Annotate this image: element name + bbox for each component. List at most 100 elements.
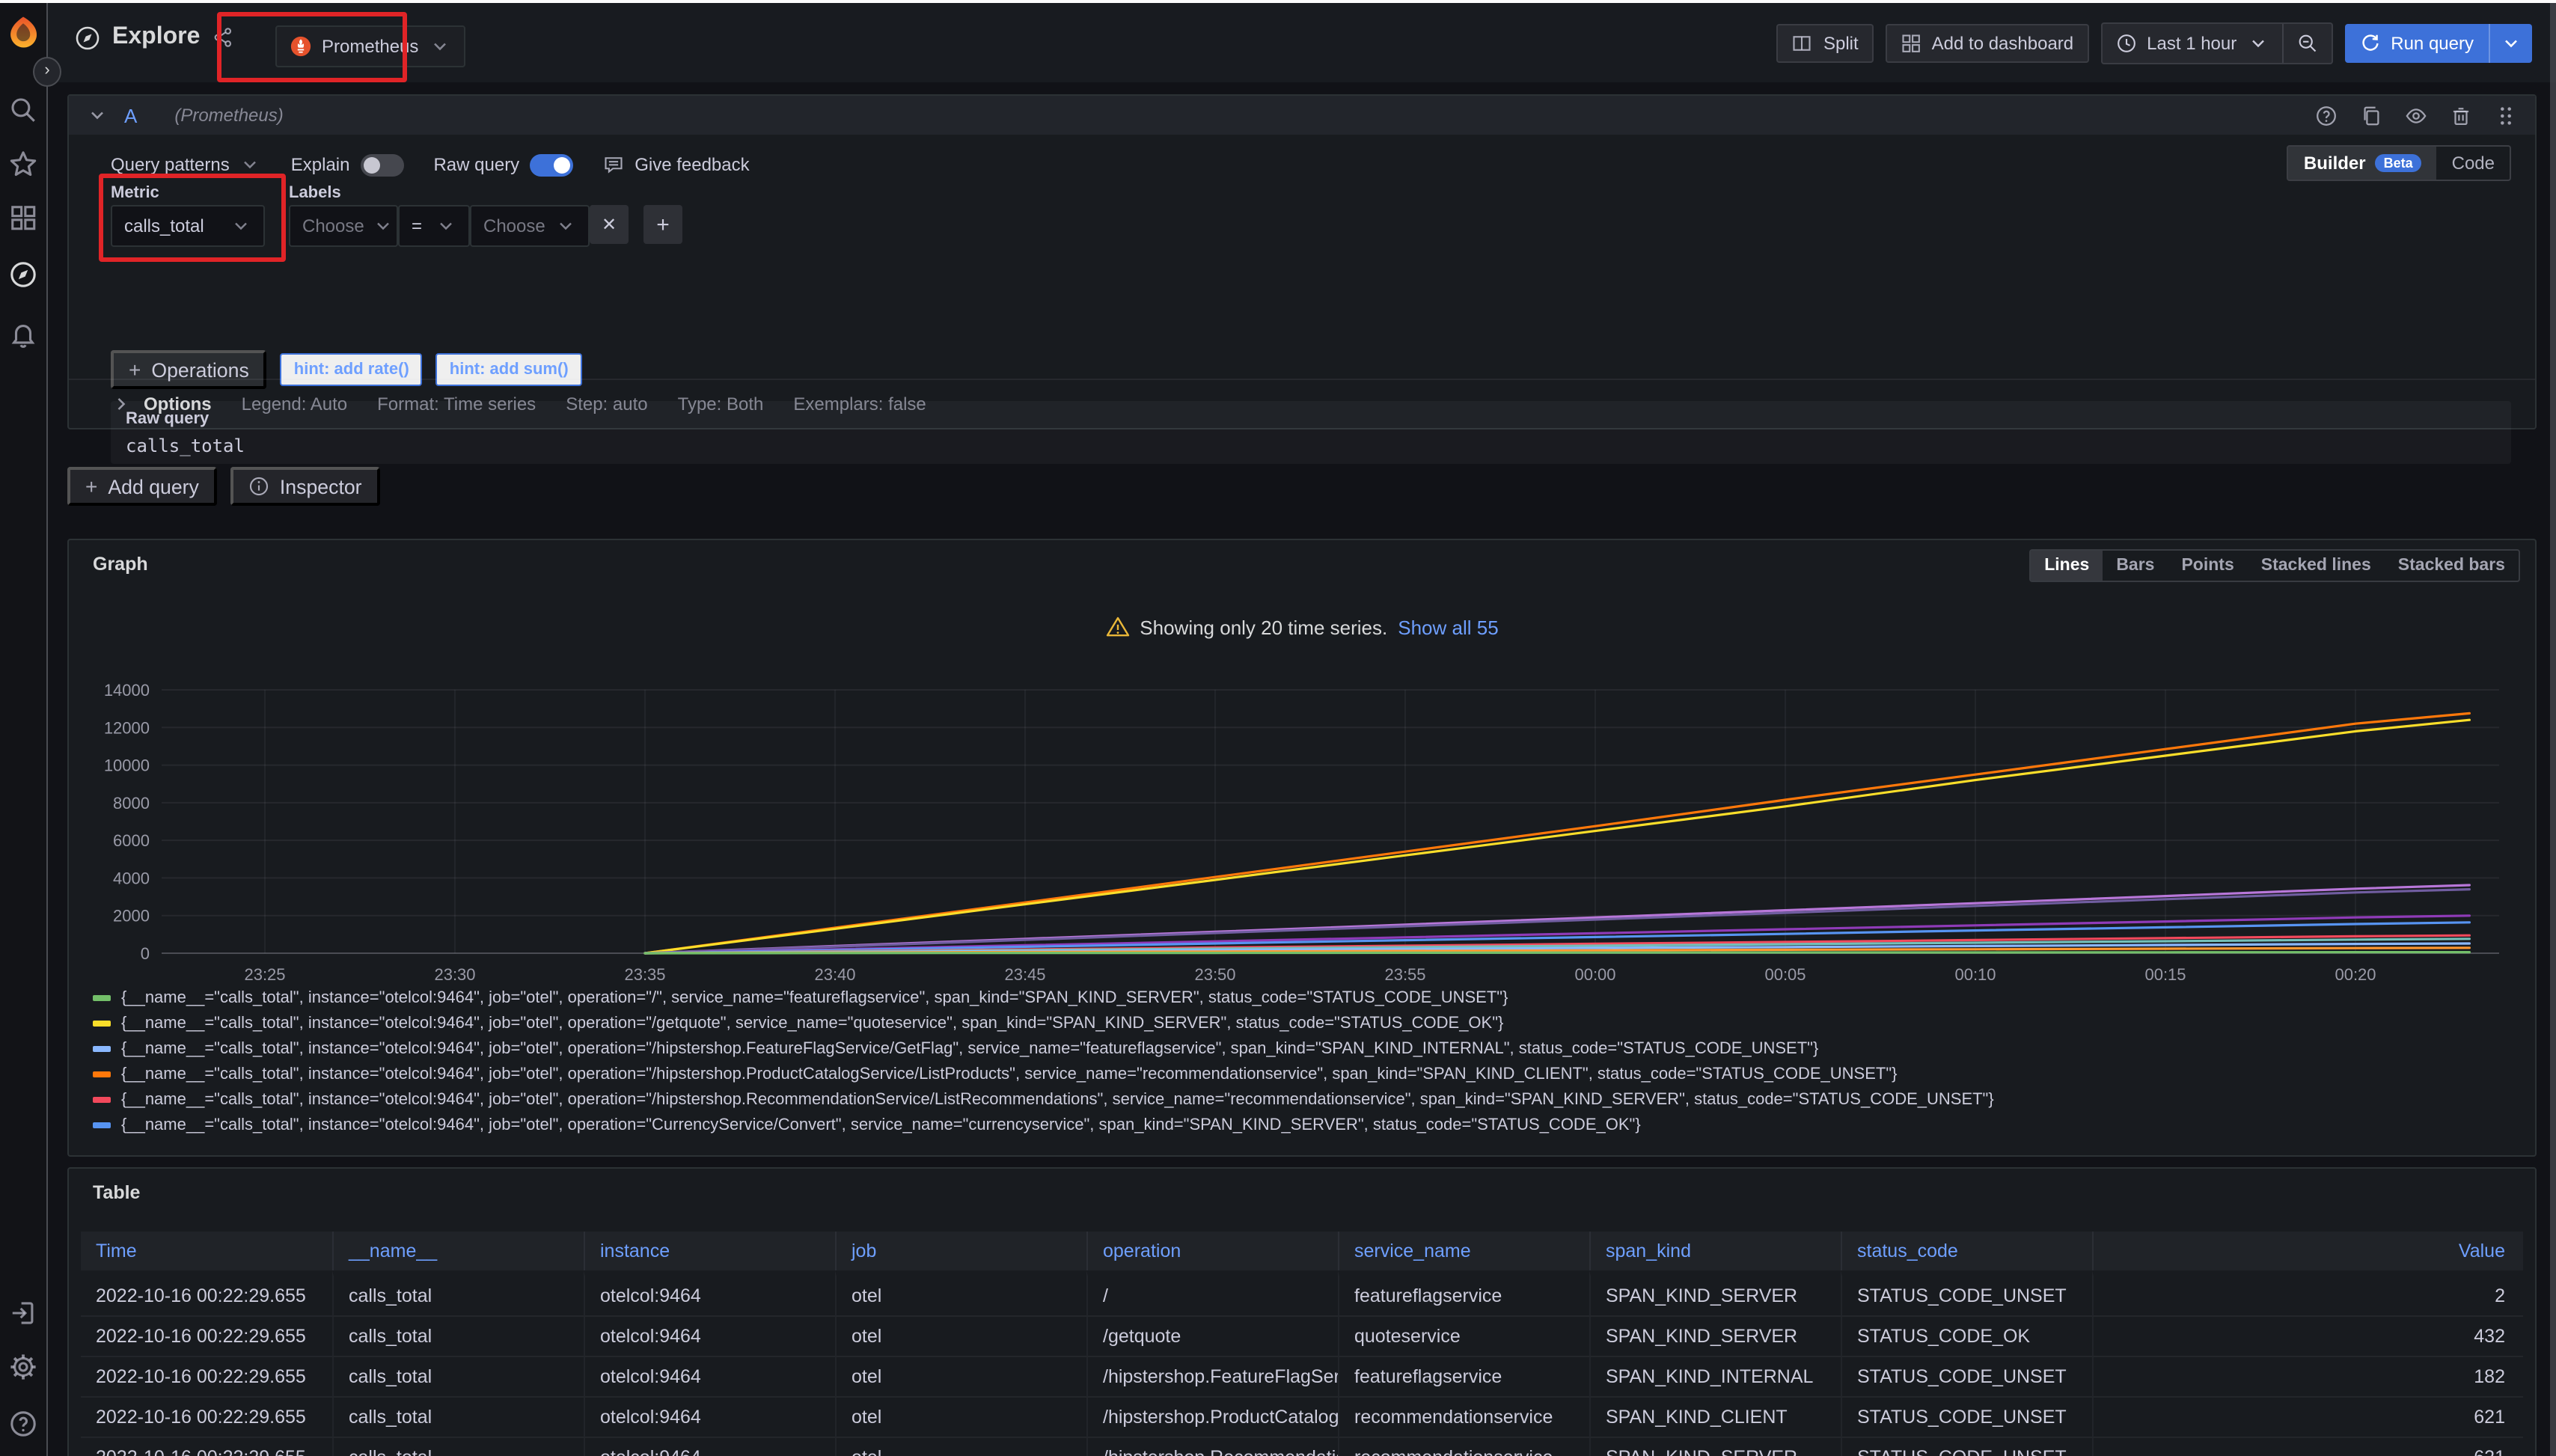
collapse-chevron-icon[interactable] — [87, 105, 108, 126]
table-row: 2022-10-16 00:22:29.655calls_totalotelco… — [81, 1438, 2523, 1456]
dashboards-icon[interactable] — [9, 204, 37, 232]
search-icon[interactable] — [9, 96, 37, 124]
drag-handle-icon[interactable] — [2495, 104, 2517, 126]
add-to-dashboard-label: Add to dashboard — [1932, 33, 2074, 54]
legend-series-marker — [93, 1122, 111, 1128]
label-value-placeholder: Choose — [483, 215, 545, 236]
explain-toggle-group: Explain — [291, 153, 404, 176]
query-editor-panel: A (Prometheus) Query patterns Explain Ra… — [67, 94, 2537, 429]
explore-compass-icon — [75, 25, 100, 50]
label-value-select[interactable]: Choose — [470, 205, 590, 247]
sidebar-expand-button[interactable]: › — [33, 57, 61, 87]
star-icon[interactable] — [9, 150, 37, 178]
show-all-series-link[interactable]: Show all 55 — [1398, 616, 1498, 638]
column-header-statuscode[interactable]: status_code — [1841, 1232, 2092, 1270]
query-options-row[interactable]: Options Legend: AutoFormat: Time seriesS… — [69, 379, 2535, 428]
graph-style-tab-stacked-lines[interactable]: Stacked lines — [2248, 551, 2385, 581]
table-row: 2022-10-16 00:22:29.655calls_totalotelco… — [81, 1357, 2523, 1398]
grafana-logo[interactable] — [4, 15, 42, 52]
give-feedback-link[interactable]: Give feedback — [603, 154, 749, 175]
add-query-button[interactable]: + Add query — [67, 467, 217, 506]
legend-series-label[interactable]: {__name__="calls_total", instance="otelc… — [121, 989, 1508, 1007]
graph-style-tab-bars[interactable]: Bars — [2103, 551, 2168, 581]
graph-style-tab-points[interactable]: Points — [2168, 551, 2247, 581]
legend-series-label[interactable]: {__name__="calls_total", instance="otelc… — [121, 1040, 1818, 1058]
run-query-button[interactable]: Run query — [2344, 24, 2489, 63]
alerting-bell-icon[interactable] — [9, 320, 37, 349]
table-cell: SPAN_KIND_SERVER — [1589, 1438, 1841, 1456]
add-to-dashboard-button[interactable]: Add to dashboard — [1886, 24, 2089, 63]
graph-style-tabs: LinesBarsPointsStacked linesStacked bars — [2029, 549, 2520, 582]
raw-query-label: Raw query — [433, 154, 519, 175]
chevron-down-icon — [555, 215, 576, 236]
share-icon[interactable] — [212, 27, 233, 48]
legend-series-label[interactable]: {__name__="calls_total", instance="otelc… — [121, 1116, 1641, 1134]
hide-response-eye-icon[interactable] — [2405, 104, 2427, 126]
column-header-spankind[interactable]: span_kind — [1589, 1232, 1841, 1270]
option-item: Exemplars: false — [793, 394, 926, 415]
legend-item[interactable]: {__name__="calls_total", instance="otelc… — [93, 1116, 2523, 1134]
add-label-filter-button[interactable]: + — [643, 205, 682, 244]
run-query-options-button[interactable] — [2490, 24, 2532, 63]
remove-label-filter-button[interactable]: ✕ — [590, 205, 629, 244]
scrollbar[interactable] — [2550, 3, 2556, 1456]
legend-series-label[interactable]: {__name__="calls_total", instance="otelc… — [121, 1091, 1994, 1109]
help-icon[interactable] — [9, 1410, 37, 1438]
legend-item[interactable]: {__name__="calls_total", instance="otelc… — [93, 1065, 2523, 1083]
label-operator-select[interactable]: = — [398, 205, 470, 247]
datasource-picker[interactable]: Prometheus — [275, 25, 465, 67]
column-header-name[interactable]: __name__ — [332, 1232, 584, 1270]
column-header-job[interactable]: job — [835, 1232, 1086, 1270]
datasource-picker-label: Prometheus — [322, 36, 418, 57]
column-header-operation[interactable]: operation — [1086, 1232, 1338, 1270]
inspector-label: Inspector — [280, 475, 362, 498]
inspector-button[interactable]: Inspector — [230, 467, 380, 506]
query-row-header[interactable]: A (Prometheus) — [69, 96, 2535, 135]
table-cell: /hipstershop.ProductCatalogS… — [1086, 1398, 1338, 1438]
table-cell: 621 — [2092, 1398, 2523, 1438]
legend-item[interactable]: {__name__="calls_total", instance="otelc… — [93, 989, 2523, 1007]
column-header-value[interactable]: Value — [2092, 1232, 2523, 1270]
settings-gear-icon[interactable] — [9, 1353, 37, 1381]
code-mode-tab[interactable]: Code — [2437, 147, 2510, 180]
legend-series-label[interactable]: {__name__="calls_total", instance="otelc… — [121, 1015, 1503, 1033]
operations-label: Operations — [151, 358, 248, 381]
legend-item[interactable]: {__name__="calls_total", instance="otelc… — [93, 1040, 2523, 1058]
svg-text:23:55: 23:55 — [1384, 965, 1425, 984]
explain-toggle[interactable] — [360, 153, 403, 176]
legend-item[interactable]: {__name__="calls_total", instance="otelc… — [93, 1015, 2523, 1033]
chevron-right-icon — [111, 394, 132, 415]
split-button[interactable]: Split — [1777, 24, 1874, 63]
comment-icon — [603, 154, 624, 175]
legend-item[interactable]: {__name__="calls_total", instance="otelc… — [93, 1091, 2523, 1109]
query-help-icon[interactable] — [2315, 104, 2338, 126]
table-cell: otelcol:9464 — [584, 1398, 835, 1438]
duplicate-query-icon[interactable] — [2360, 104, 2382, 126]
option-item: Step: auto — [566, 394, 647, 415]
graph-style-tab-lines[interactable]: Lines — [2031, 551, 2103, 581]
raw-query-toggle[interactable] — [530, 153, 573, 176]
graph-style-tab-stacked-bars[interactable]: Stacked bars — [2385, 551, 2519, 581]
svg-text:00:10: 00:10 — [1954, 965, 1996, 984]
chevron-down-icon — [429, 36, 450, 57]
column-header-servicename[interactable]: service_name — [1338, 1232, 1589, 1270]
builder-mode-tab[interactable]: Builder Beta — [2289, 147, 2437, 180]
results-table: Time__name__instancejoboperationservice_… — [81, 1232, 2523, 1456]
explore-compass-icon[interactable] — [9, 260, 37, 289]
table-cell: STATUS_CODE_UNSET — [1841, 1357, 2092, 1398]
remove-query-trash-icon[interactable] — [2450, 104, 2472, 126]
sign-in-icon[interactable] — [9, 1299, 37, 1327]
labels-field-label: Labels — [289, 184, 341, 202]
column-header-instance[interactable]: instance — [584, 1232, 835, 1270]
add-query-label: Add query — [108, 475, 199, 498]
zoom-out-button[interactable] — [2283, 24, 2331, 63]
info-circle-icon — [248, 476, 269, 497]
metric-select[interactable]: calls_total — [111, 205, 265, 247]
split-icon — [1792, 33, 1813, 54]
query-patterns-dropdown[interactable]: Query patterns — [111, 154, 261, 175]
label-name-select[interactable]: Choose — [289, 205, 398, 247]
time-range-button[interactable]: Last 1 hour — [2102, 24, 2281, 63]
table-cell: otelcol:9464 — [584, 1357, 835, 1398]
column-header-time[interactable]: Time — [81, 1232, 332, 1270]
legend-series-label[interactable]: {__name__="calls_total", instance="otelc… — [121, 1065, 1898, 1083]
